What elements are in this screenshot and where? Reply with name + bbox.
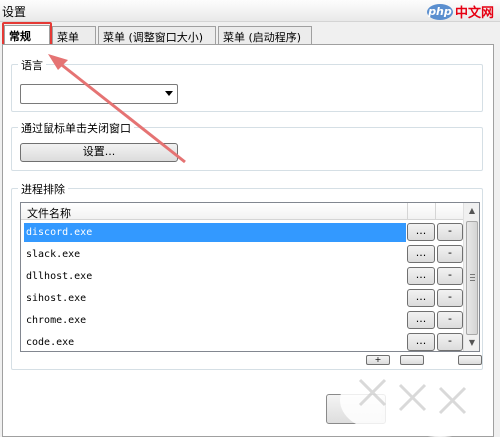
logo-text: 中文网 bbox=[454, 6, 494, 21]
tab-general[interactable]: 常规 bbox=[4, 25, 50, 44]
remove-button[interactable]: - bbox=[437, 267, 463, 285]
remove-button[interactable]: - bbox=[437, 223, 463, 241]
logo-badge: php bbox=[426, 3, 453, 20]
watermark-graphic bbox=[340, 370, 490, 437]
remove-button[interactable]: - bbox=[437, 245, 463, 263]
list-scrollbar[interactable]: ▲ ▼ bbox=[463, 203, 479, 351]
browse-button[interactable]: ... bbox=[407, 311, 435, 329]
browse-button[interactable]: ... bbox=[407, 223, 435, 241]
table-row[interactable]: slack.exe ... - bbox=[22, 244, 463, 266]
browse-button[interactable]: ... bbox=[407, 267, 435, 285]
window-title: 设置 bbox=[2, 5, 27, 19]
language-select[interactable] bbox=[20, 84, 178, 104]
close-window-label: 通过鼠标单击关闭窗口 bbox=[18, 120, 134, 136]
chevron-down-icon bbox=[165, 91, 173, 96]
grip-icon bbox=[470, 274, 475, 281]
list-header: 文件名称 bbox=[21, 203, 464, 220]
process-name: code.exe bbox=[26, 337, 75, 348]
process-name: dllhost.exe bbox=[26, 271, 93, 282]
tab-menu-launch[interactable]: 菜单 (启动程序) bbox=[218, 26, 312, 44]
browse-button[interactable]: ... bbox=[407, 289, 435, 307]
process-name: discord.exe bbox=[24, 223, 406, 242]
site-logo: php 中文网 bbox=[426, 2, 494, 21]
language-label: 语言 bbox=[18, 57, 46, 73]
header-separator bbox=[407, 203, 408, 219]
browse-button[interactable]: ... bbox=[407, 333, 435, 351]
tab-menu[interactable]: 菜单 bbox=[52, 26, 96, 44]
table-row[interactable]: discord.exe ... - bbox=[22, 222, 463, 244]
remove-button[interactable]: - bbox=[437, 289, 463, 307]
process-name: chrome.exe bbox=[26, 315, 87, 326]
scroll-down-icon[interactable]: ▼ bbox=[466, 336, 478, 350]
tab-menu-resize[interactable]: 菜单 (调整窗口大小) bbox=[98, 26, 216, 44]
process-name: slack.exe bbox=[26, 249, 81, 260]
column-filename[interactable]: 文件名称 bbox=[27, 205, 71, 221]
close-settings-button[interactable]: 设置... bbox=[20, 143, 178, 162]
remove-button[interactable]: - bbox=[437, 311, 463, 329]
process-list[interactable]: 文件名称 discord.exe ... - slack.exe ... - d… bbox=[20, 202, 480, 352]
table-row[interactable]: code.exe ... - bbox=[22, 332, 463, 351]
header-separator bbox=[435, 203, 436, 219]
table-row[interactable]: chrome.exe ... - bbox=[22, 310, 463, 332]
scroll-up-icon[interactable]: ▲ bbox=[466, 204, 478, 218]
table-row[interactable]: dllhost.exe ... - bbox=[22, 266, 463, 288]
scroll-thumb[interactable] bbox=[466, 221, 478, 335]
exclusion-label: 进程排除 bbox=[18, 181, 68, 197]
process-name: sihost.exe bbox=[26, 293, 87, 304]
title-bar: 设置 php 中文网 bbox=[0, 0, 500, 22]
remove-button[interactable]: - bbox=[437, 333, 463, 351]
browse-button[interactable]: ... bbox=[407, 245, 435, 263]
table-row[interactable]: sihost.exe ... - bbox=[22, 288, 463, 310]
